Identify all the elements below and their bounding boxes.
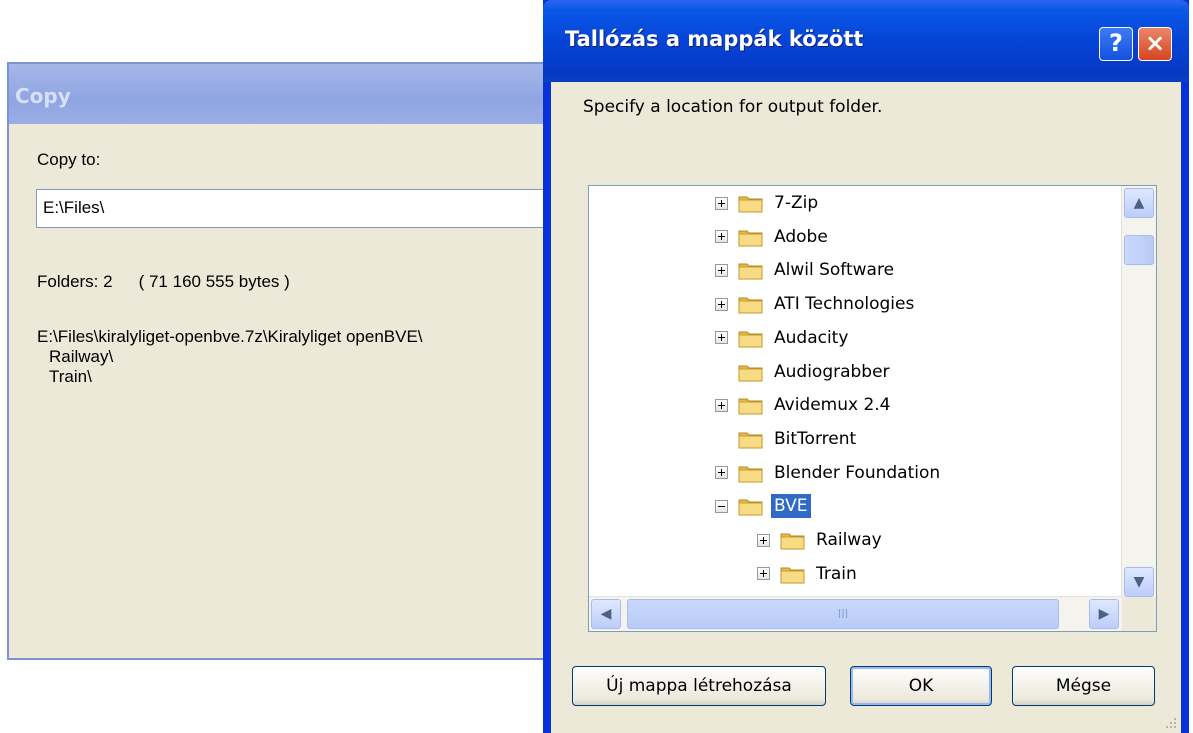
tree-item-label: ATI Technologies bbox=[774, 294, 915, 315]
copy-path-item: Train\ bbox=[49, 367, 92, 386]
expand-icon[interactable] bbox=[715, 297, 728, 311]
folder-icon bbox=[780, 530, 806, 550]
no-expander bbox=[715, 365, 728, 378]
expand-icon[interactable] bbox=[715, 466, 728, 480]
browse-folder-dialog: Tallózás a mappák között ? × Specify a l… bbox=[543, 0, 1189, 733]
scroll-down-button[interactable]: ▼ bbox=[1124, 567, 1154, 597]
scroll-up-button[interactable]: ▲ bbox=[1124, 188, 1154, 218]
tree-item[interactable]: Adobe bbox=[715, 221, 831, 253]
tree-item-label: 7-Zip bbox=[774, 193, 819, 213]
tree-item[interactable]: ATI Technologies bbox=[715, 288, 917, 320]
open-folder-icon bbox=[738, 496, 764, 516]
folder-icon bbox=[738, 362, 764, 382]
tree-item-label: Audiograbber bbox=[774, 361, 890, 382]
tree-item-label: Avidemux 2.4 bbox=[774, 395, 891, 416]
expand-icon[interactable] bbox=[715, 196, 728, 210]
scroll-left-button[interactable]: ◀ bbox=[591, 599, 621, 629]
copy-titlebar[interactable]: Copy bbox=[9, 64, 605, 124]
folder-icon bbox=[738, 395, 764, 415]
tree-item[interactable]: Railway bbox=[757, 524, 885, 556]
folders-bytes: ( 71 160 555 bytes ) bbox=[138, 272, 290, 291]
folder-icon bbox=[738, 429, 764, 449]
tree-item[interactable]: 7-Zip bbox=[715, 187, 821, 219]
dialog-titlebar[interactable]: Tallózás a mappák között ? × bbox=[543, 0, 1189, 82]
tree-item-label: Train bbox=[816, 563, 857, 584]
folder-icon bbox=[738, 227, 764, 247]
copy-title: Copy bbox=[15, 84, 71, 108]
expand-icon[interactable] bbox=[757, 533, 770, 547]
vertical-scrollbar[interactable]: ▲ ▼ bbox=[1121, 186, 1156, 599]
ok-button[interactable]: OK bbox=[850, 666, 992, 706]
cancel-button[interactable]: Mégse bbox=[1012, 666, 1155, 706]
tree-item[interactable]: Train bbox=[757, 558, 860, 590]
tree-item-label: Railway bbox=[816, 530, 882, 550]
horizontal-scroll-thumb[interactable]: III bbox=[627, 599, 1059, 629]
expand-icon[interactable] bbox=[715, 263, 728, 277]
close-button[interactable]: × bbox=[1138, 27, 1172, 61]
tree-item[interactable]: BitTorrent bbox=[715, 423, 859, 455]
help-button[interactable]: ? bbox=[1099, 27, 1133, 61]
tree-item[interactable]: BVE bbox=[715, 490, 811, 522]
copy-path-item: E:\Files\kiralyliget-openbve.7z\Kiralyli… bbox=[37, 327, 423, 346]
folder-icon bbox=[738, 463, 764, 483]
tree-item[interactable]: Avidemux 2.4 bbox=[715, 389, 894, 421]
expand-icon[interactable] bbox=[715, 331, 728, 345]
copy-path-item: Railway\ bbox=[49, 347, 114, 366]
folders-summary: Folders: 2 ( 71 160 555 bytes ) bbox=[37, 272, 290, 292]
tree-item[interactable]: Alwil Software bbox=[715, 254, 897, 286]
dialog-title: Tallózás a mappák között bbox=[565, 27, 864, 51]
folder-icon bbox=[738, 260, 764, 280]
vertical-scroll-thumb[interactable] bbox=[1124, 235, 1154, 265]
folder-icon bbox=[738, 294, 764, 314]
scroll-corner bbox=[1122, 597, 1156, 631]
new-folder-button[interactable]: Új mappa létrehozása bbox=[572, 666, 826, 706]
tree-item[interactable]: Audacity bbox=[715, 322, 851, 354]
tree-item-label: Adobe bbox=[774, 226, 828, 247]
folder-icon bbox=[780, 564, 806, 584]
tree-item-label: BVE bbox=[771, 494, 811, 519]
collapse-icon[interactable] bbox=[715, 499, 728, 513]
expand-icon[interactable] bbox=[757, 567, 770, 581]
folder-tree[interactable]: 7-Zip Adobe Alwil Software ATI Technologies… bbox=[588, 185, 1157, 632]
dialog-body: Specify a location for output folder. 7-… bbox=[551, 82, 1181, 733]
copy-paths-list: E:\Files\kiralyliget-openbve.7z\Kiralyli… bbox=[37, 327, 423, 387]
folder-icon bbox=[738, 193, 764, 213]
horizontal-scrollbar[interactable]: ◀ III ▶ bbox=[589, 596, 1123, 631]
scroll-right-button[interactable]: ▶ bbox=[1089, 599, 1119, 629]
tree-item-label: Blender Foundation bbox=[774, 462, 941, 483]
tree-item-label: Alwil Software bbox=[774, 260, 895, 281]
tree-item[interactable]: Audiograbber bbox=[715, 356, 893, 388]
copy-to-label: Copy to: bbox=[37, 150, 101, 169]
resize-grip-icon[interactable] bbox=[1163, 715, 1177, 729]
tree-item-label: BitTorrent bbox=[774, 428, 857, 449]
expand-icon[interactable] bbox=[715, 398, 728, 412]
tree-item-label: Audacity bbox=[774, 327, 849, 348]
tree-item[interactable]: Blender Foundation bbox=[715, 457, 943, 489]
folder-icon bbox=[738, 328, 764, 348]
expand-icon[interactable] bbox=[715, 230, 728, 244]
copy-window: Copy Copy to: E:\Files\ Folders: 2( 71 1… bbox=[7, 62, 636, 660]
folders-count: Folders: 2 bbox=[37, 272, 113, 291]
dialog-message: Specify a location for output folder. bbox=[583, 97, 883, 117]
no-expander bbox=[715, 432, 728, 445]
